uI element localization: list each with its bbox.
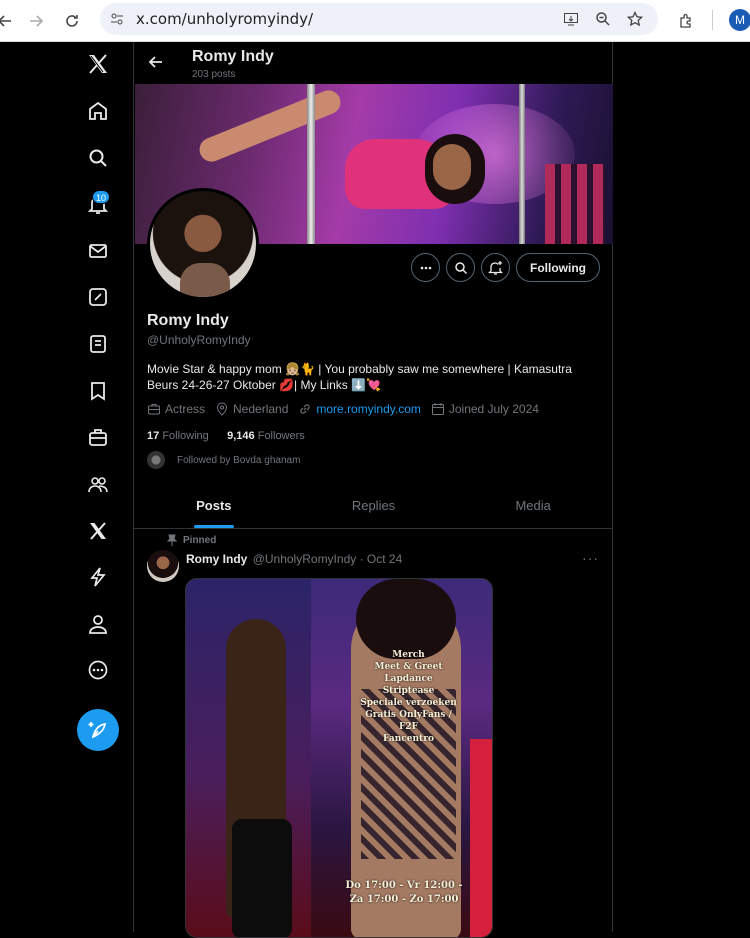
profile-website-link[interactable]: more.romyindy.com <box>316 402 420 416</box>
left-navigation <box>0 42 133 932</box>
bookmarks-icon[interactable] <box>84 377 112 405</box>
notifications-badge: 10 <box>92 190 111 204</box>
notify-bell-button[interactable] <box>481 253 510 282</box>
header-name: Romy Indy <box>192 48 274 65</box>
profile-joined: Joined July 2024 <box>448 402 539 416</box>
followers-label: Followers <box>257 430 305 442</box>
profile-location: Nederland <box>233 402 289 416</box>
grok-icon[interactable] <box>84 283 112 311</box>
followers-link[interactable]: 9,146 Followers <box>227 430 305 442</box>
zoom-icon[interactable] <box>592 8 614 30</box>
home-icon[interactable] <box>84 97 112 125</box>
more-options-button[interactable] <box>411 253 440 282</box>
browser-profile-avatar[interactable]: M <box>729 9 750 31</box>
url-text: x.com/unholyromyindy/ <box>136 10 314 28</box>
search-icon <box>454 261 467 274</box>
profile-header-bar: Romy Indy 203 posts <box>134 42 613 84</box>
location-pin-icon <box>217 402 228 416</box>
tab-media[interactable]: Media <box>453 483 613 528</box>
site-info-icon[interactable] <box>106 8 128 30</box>
post-media-image[interactable]: Merch Meet & Greet Lapdance Striptease S… <box>185 578 493 938</box>
profile-avatar[interactable] <box>147 188 259 300</box>
profile-category: Actress <box>165 402 206 416</box>
followed-by-row[interactable]: Followed by Bovda ghanam <box>147 451 300 469</box>
link-icon <box>300 404 311 414</box>
media-schedule-text: Do 17:00 - Vr 12:00 - Za 17:00 - Zo 17:0… <box>345 880 463 905</box>
post-handle[interactable]: @UnholyRomyIndy <box>253 552 357 566</box>
communities-icon[interactable] <box>84 470 112 498</box>
profile-column: Romy Indy 203 posts Following Romy Indy … <box>133 42 613 938</box>
header-post-count: 203 posts <box>192 69 236 80</box>
jobs-icon[interactable] <box>84 423 112 451</box>
tab-posts[interactable]: Posts <box>134 483 294 528</box>
messages-icon[interactable] <box>84 237 112 265</box>
following-count: 17 <box>147 430 160 442</box>
toolbar-divider <box>712 10 713 30</box>
profile-icon[interactable] <box>84 610 112 638</box>
profile-name: Romy Indy <box>147 312 229 329</box>
feather-plus-icon <box>88 722 107 739</box>
calendar-icon <box>431 403 444 415</box>
pin-icon <box>167 534 177 546</box>
followed-by-text: Followed by Bovda ghanam <box>177 454 301 466</box>
post-date[interactable]: · Oct 24 <box>360 552 403 566</box>
ellipsis-icon <box>420 266 431 269</box>
search-profile-button[interactable] <box>446 253 475 282</box>
briefcase-icon <box>148 404 160 415</box>
search-icon[interactable] <box>84 144 112 172</box>
followers-count: 9,146 <box>227 430 255 442</box>
profile-bio: Movie Star & happy mom 👧🏼🐈 | You probabl… <box>147 362 572 392</box>
follower-mini-avatar <box>147 451 165 469</box>
following-button[interactable]: Following <box>516 253 600 282</box>
pinned-indicator: Pinned <box>167 534 216 546</box>
profile-stats: 17 Following 9,146 Followers <box>147 430 305 442</box>
extensions-icon[interactable] <box>673 8 699 34</box>
install-app-icon[interactable] <box>560 8 582 30</box>
bell-plus-icon <box>488 261 503 275</box>
profile-tabs: Posts Replies Media <box>134 483 613 529</box>
reload-icon[interactable] <box>59 8 85 34</box>
browser-toolbar: x.com/unholyromyindy/ M <box>0 0 750 42</box>
pinned-label: Pinned <box>183 534 217 546</box>
verified-orgs-icon[interactable] <box>84 563 112 591</box>
following-link[interactable]: 17 Following <box>147 430 209 442</box>
address-bar[interactable]: x.com/unholyromyindy/ <box>100 3 658 35</box>
compose-post-button[interactable] <box>77 709 119 751</box>
profile-handle: @UnholyRomyIndy <box>147 333 251 347</box>
premium-icon[interactable] <box>84 517 112 545</box>
post-avatar[interactable] <box>147 550 179 582</box>
back-arrow-icon[interactable] <box>0 8 18 34</box>
x-logo-icon[interactable] <box>84 50 112 78</box>
forward-arrow-icon[interactable] <box>23 8 49 34</box>
profile-meta: Actress Nederland more.romyindy.com Join… <box>147 402 549 416</box>
post-author[interactable]: Romy Indy <box>186 552 247 566</box>
more-icon[interactable] <box>84 656 112 684</box>
bookmark-star-icon[interactable] <box>624 8 646 30</box>
lists-icon[interactable] <box>84 330 112 358</box>
following-label: Following <box>162 430 209 442</box>
back-icon[interactable] <box>146 52 166 72</box>
media-sign-text: Merch Meet & Greet Lapdance Striptease S… <box>360 650 457 744</box>
tab-replies[interactable]: Replies <box>294 483 454 528</box>
post-more-icon[interactable]: ··· <box>582 550 599 566</box>
post-header: Romy Indy @UnholyRomyIndy · Oct 24 <box>186 552 402 566</box>
